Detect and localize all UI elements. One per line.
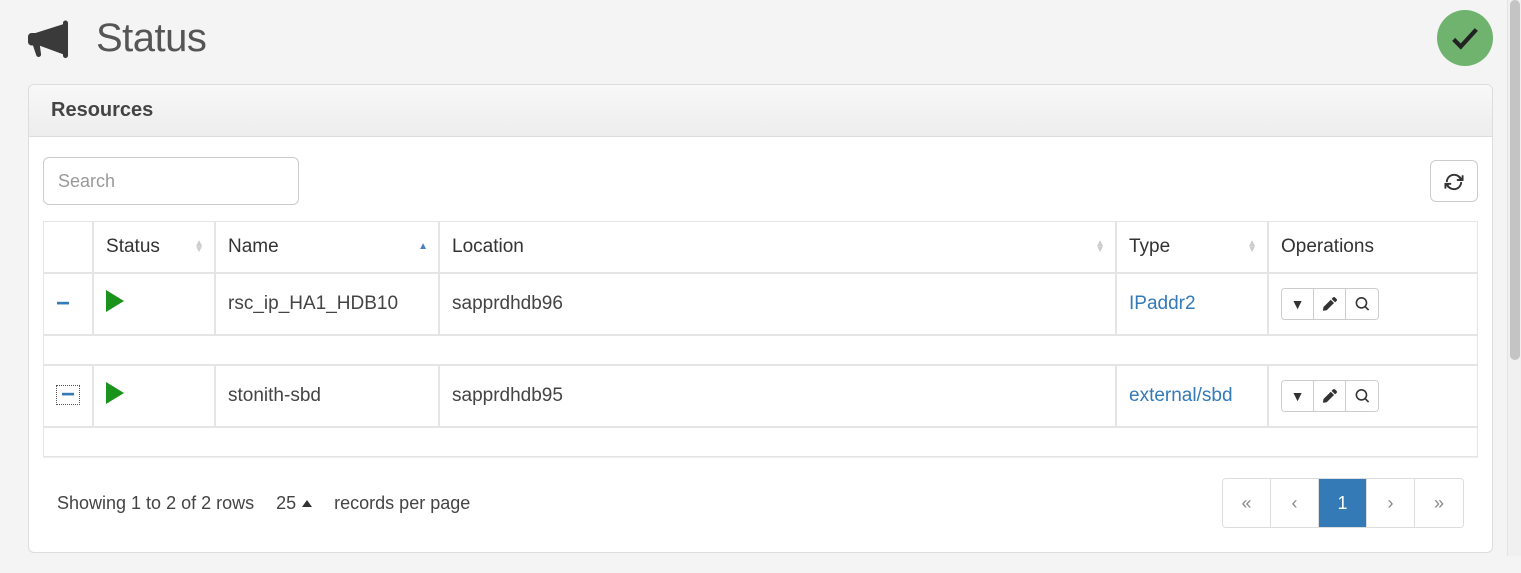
type-link[interactable]: IPaddr2 <box>1129 293 1196 314</box>
resources-panel: Resources Status ▲▼ <box>28 84 1493 553</box>
records-per-page-label: records per page <box>334 493 470 514</box>
page-first[interactable]: « <box>1223 479 1271 527</box>
page-size-value: 25 <box>276 493 296 514</box>
column-name[interactable]: Name ▲ <box>215 221 439 273</box>
edit-button[interactable] <box>1314 289 1346 319</box>
running-icon <box>106 290 124 312</box>
type-link[interactable]: external/sbd <box>1129 385 1233 406</box>
refresh-button[interactable] <box>1430 160 1478 202</box>
magnifier-icon <box>1355 389 1369 403</box>
panel-heading: Resources <box>29 85 1492 137</box>
column-status-label: Status <box>106 236 160 257</box>
dropdown-button[interactable]: ▼ <box>1282 381 1314 411</box>
column-status[interactable]: Status ▲▼ <box>93 221 215 273</box>
magnifier-icon <box>1355 297 1369 311</box>
status-ok-badge <box>1437 10 1493 66</box>
page-current[interactable]: 1 <box>1319 479 1367 527</box>
page-size-selector[interactable]: 25 <box>276 493 312 514</box>
column-type-label: Type <box>1129 236 1170 257</box>
cell-location: sapprdhdb95 <box>439 365 1116 427</box>
table-row: − stonith-sbd sapprdhdb95 external/sbd ▼ <box>43 365 1478 427</box>
page-last[interactable]: » <box>1415 479 1463 527</box>
view-button[interactable] <box>1346 289 1378 319</box>
column-location[interactable]: Location ▲▼ <box>439 221 1116 273</box>
page-prev[interactable]: ‹ <box>1271 479 1319 527</box>
running-icon <box>106 382 124 404</box>
dropdown-button[interactable]: ▼ <box>1282 289 1314 319</box>
refresh-icon <box>1444 171 1464 191</box>
check-icon <box>1448 21 1482 55</box>
scrollbar-thumb[interactable] <box>1510 0 1520 360</box>
cell-location: sapprdhdb96 <box>439 273 1116 335</box>
cell-name: stonith-sbd <box>215 365 439 427</box>
pencil-icon <box>1323 389 1337 403</box>
showing-text: Showing 1 to 2 of 2 rows <box>57 493 254 514</box>
caret-up-icon <box>302 500 312 507</box>
resources-table: Status ▲▼ Name ▲ Location ▲▼ Type <box>43 221 1478 457</box>
expand-toggle[interactable]: − <box>56 290 70 317</box>
megaphone-icon <box>28 18 68 58</box>
table-spacer <box>43 335 1478 365</box>
pagination: « ‹ 1 › » <box>1222 478 1464 528</box>
expand-toggle[interactable]: − <box>56 385 80 405</box>
view-button[interactable] <box>1346 381 1378 411</box>
scrollbar[interactable] <box>1507 0 1521 556</box>
table-row: − rsc_ip_HA1_HDB10 sapprdhdb96 IPaddr2 ▼ <box>43 273 1478 335</box>
pencil-icon <box>1323 297 1337 311</box>
edit-button[interactable] <box>1314 381 1346 411</box>
table-spacer <box>43 427 1478 457</box>
column-name-label: Name <box>228 236 279 257</box>
column-location-label: Location <box>452 236 524 257</box>
column-type[interactable]: Type ▲▼ <box>1116 221 1268 273</box>
column-operations-label: Operations <box>1281 236 1374 257</box>
page-next[interactable]: › <box>1367 479 1415 527</box>
column-expand <box>43 221 93 273</box>
cell-name: rsc_ip_HA1_HDB10 <box>215 273 439 335</box>
page-title: Status <box>96 16 206 61</box>
search-input[interactable] <box>43 157 299 205</box>
column-operations: Operations <box>1268 221 1478 273</box>
